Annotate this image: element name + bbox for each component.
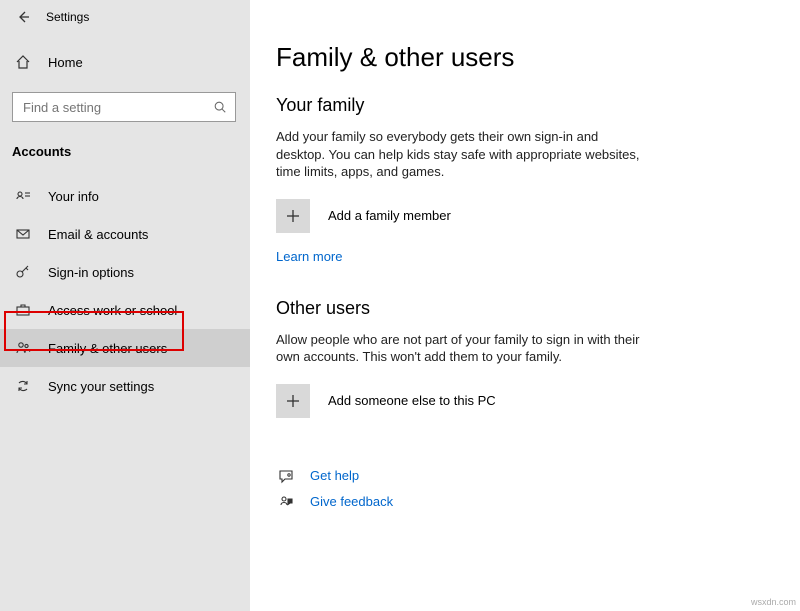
nav-label: Access work or school — [48, 303, 177, 318]
nav-label: Email & accounts — [48, 227, 148, 242]
mail-icon — [14, 226, 32, 242]
search-box[interactable] — [12, 92, 236, 122]
nav-label: Sync your settings — [48, 379, 154, 394]
plus-icon-box — [276, 384, 310, 418]
search-icon — [213, 100, 227, 114]
home-nav[interactable]: Home — [0, 44, 250, 80]
window-title: Settings — [46, 10, 89, 24]
other-description: Allow people who are not part of your fa… — [276, 331, 646, 366]
add-family-label: Add a family member — [328, 208, 451, 223]
section-title-other: Other users — [276, 298, 774, 319]
nav-access-work-school[interactable]: Access work or school — [0, 291, 250, 329]
back-button[interactable] — [6, 0, 40, 34]
main-content: Family & other users Your family Add you… — [250, 0, 800, 611]
key-icon — [14, 264, 32, 280]
briefcase-icon — [14, 302, 32, 318]
user-card-icon — [14, 188, 32, 204]
family-description: Add your family so everybody gets their … — [276, 128, 646, 181]
add-family-member-button[interactable]: Add a family member — [276, 199, 774, 233]
plus-icon — [285, 393, 301, 409]
sidebar: Settings Home Accounts Your info Email &… — [0, 0, 250, 611]
get-help-link[interactable]: Get help — [310, 468, 359, 483]
get-help-row[interactable]: Get help — [276, 468, 774, 484]
watermark: wsxdn.com — [751, 597, 796, 607]
search-input[interactable] — [21, 99, 213, 116]
give-feedback-row[interactable]: Give feedback — [276, 494, 774, 510]
nav-sync-settings[interactable]: Sync your settings — [0, 367, 250, 405]
plus-icon — [285, 208, 301, 224]
nav-family-other-users[interactable]: Family & other users — [0, 329, 250, 367]
page-title: Family & other users — [276, 42, 774, 73]
give-feedback-link[interactable]: Give feedback — [310, 494, 393, 509]
home-icon — [14, 54, 32, 70]
add-other-label: Add someone else to this PC — [328, 393, 496, 408]
nav-label: Family & other users — [48, 341, 167, 356]
titlebar: Settings — [0, 0, 250, 34]
people-icon — [14, 340, 32, 356]
section-title-family: Your family — [276, 95, 774, 116]
nav-your-info[interactable]: Your info — [0, 177, 250, 215]
sync-icon — [14, 378, 32, 394]
nav-label: Sign-in options — [48, 265, 134, 280]
arrow-left-icon — [15, 9, 31, 25]
home-label: Home — [48, 55, 83, 70]
plus-icon-box — [276, 199, 310, 233]
add-other-user-button[interactable]: Add someone else to this PC — [276, 384, 774, 418]
learn-more-link[interactable]: Learn more — [276, 249, 342, 264]
nav-signin-options[interactable]: Sign-in options — [0, 253, 250, 291]
nav-email-accounts[interactable]: Email & accounts — [0, 215, 250, 253]
category-header: Accounts — [0, 122, 250, 167]
chat-help-icon — [276, 468, 296, 484]
feedback-icon — [276, 494, 296, 510]
nav-label: Your info — [48, 189, 99, 204]
